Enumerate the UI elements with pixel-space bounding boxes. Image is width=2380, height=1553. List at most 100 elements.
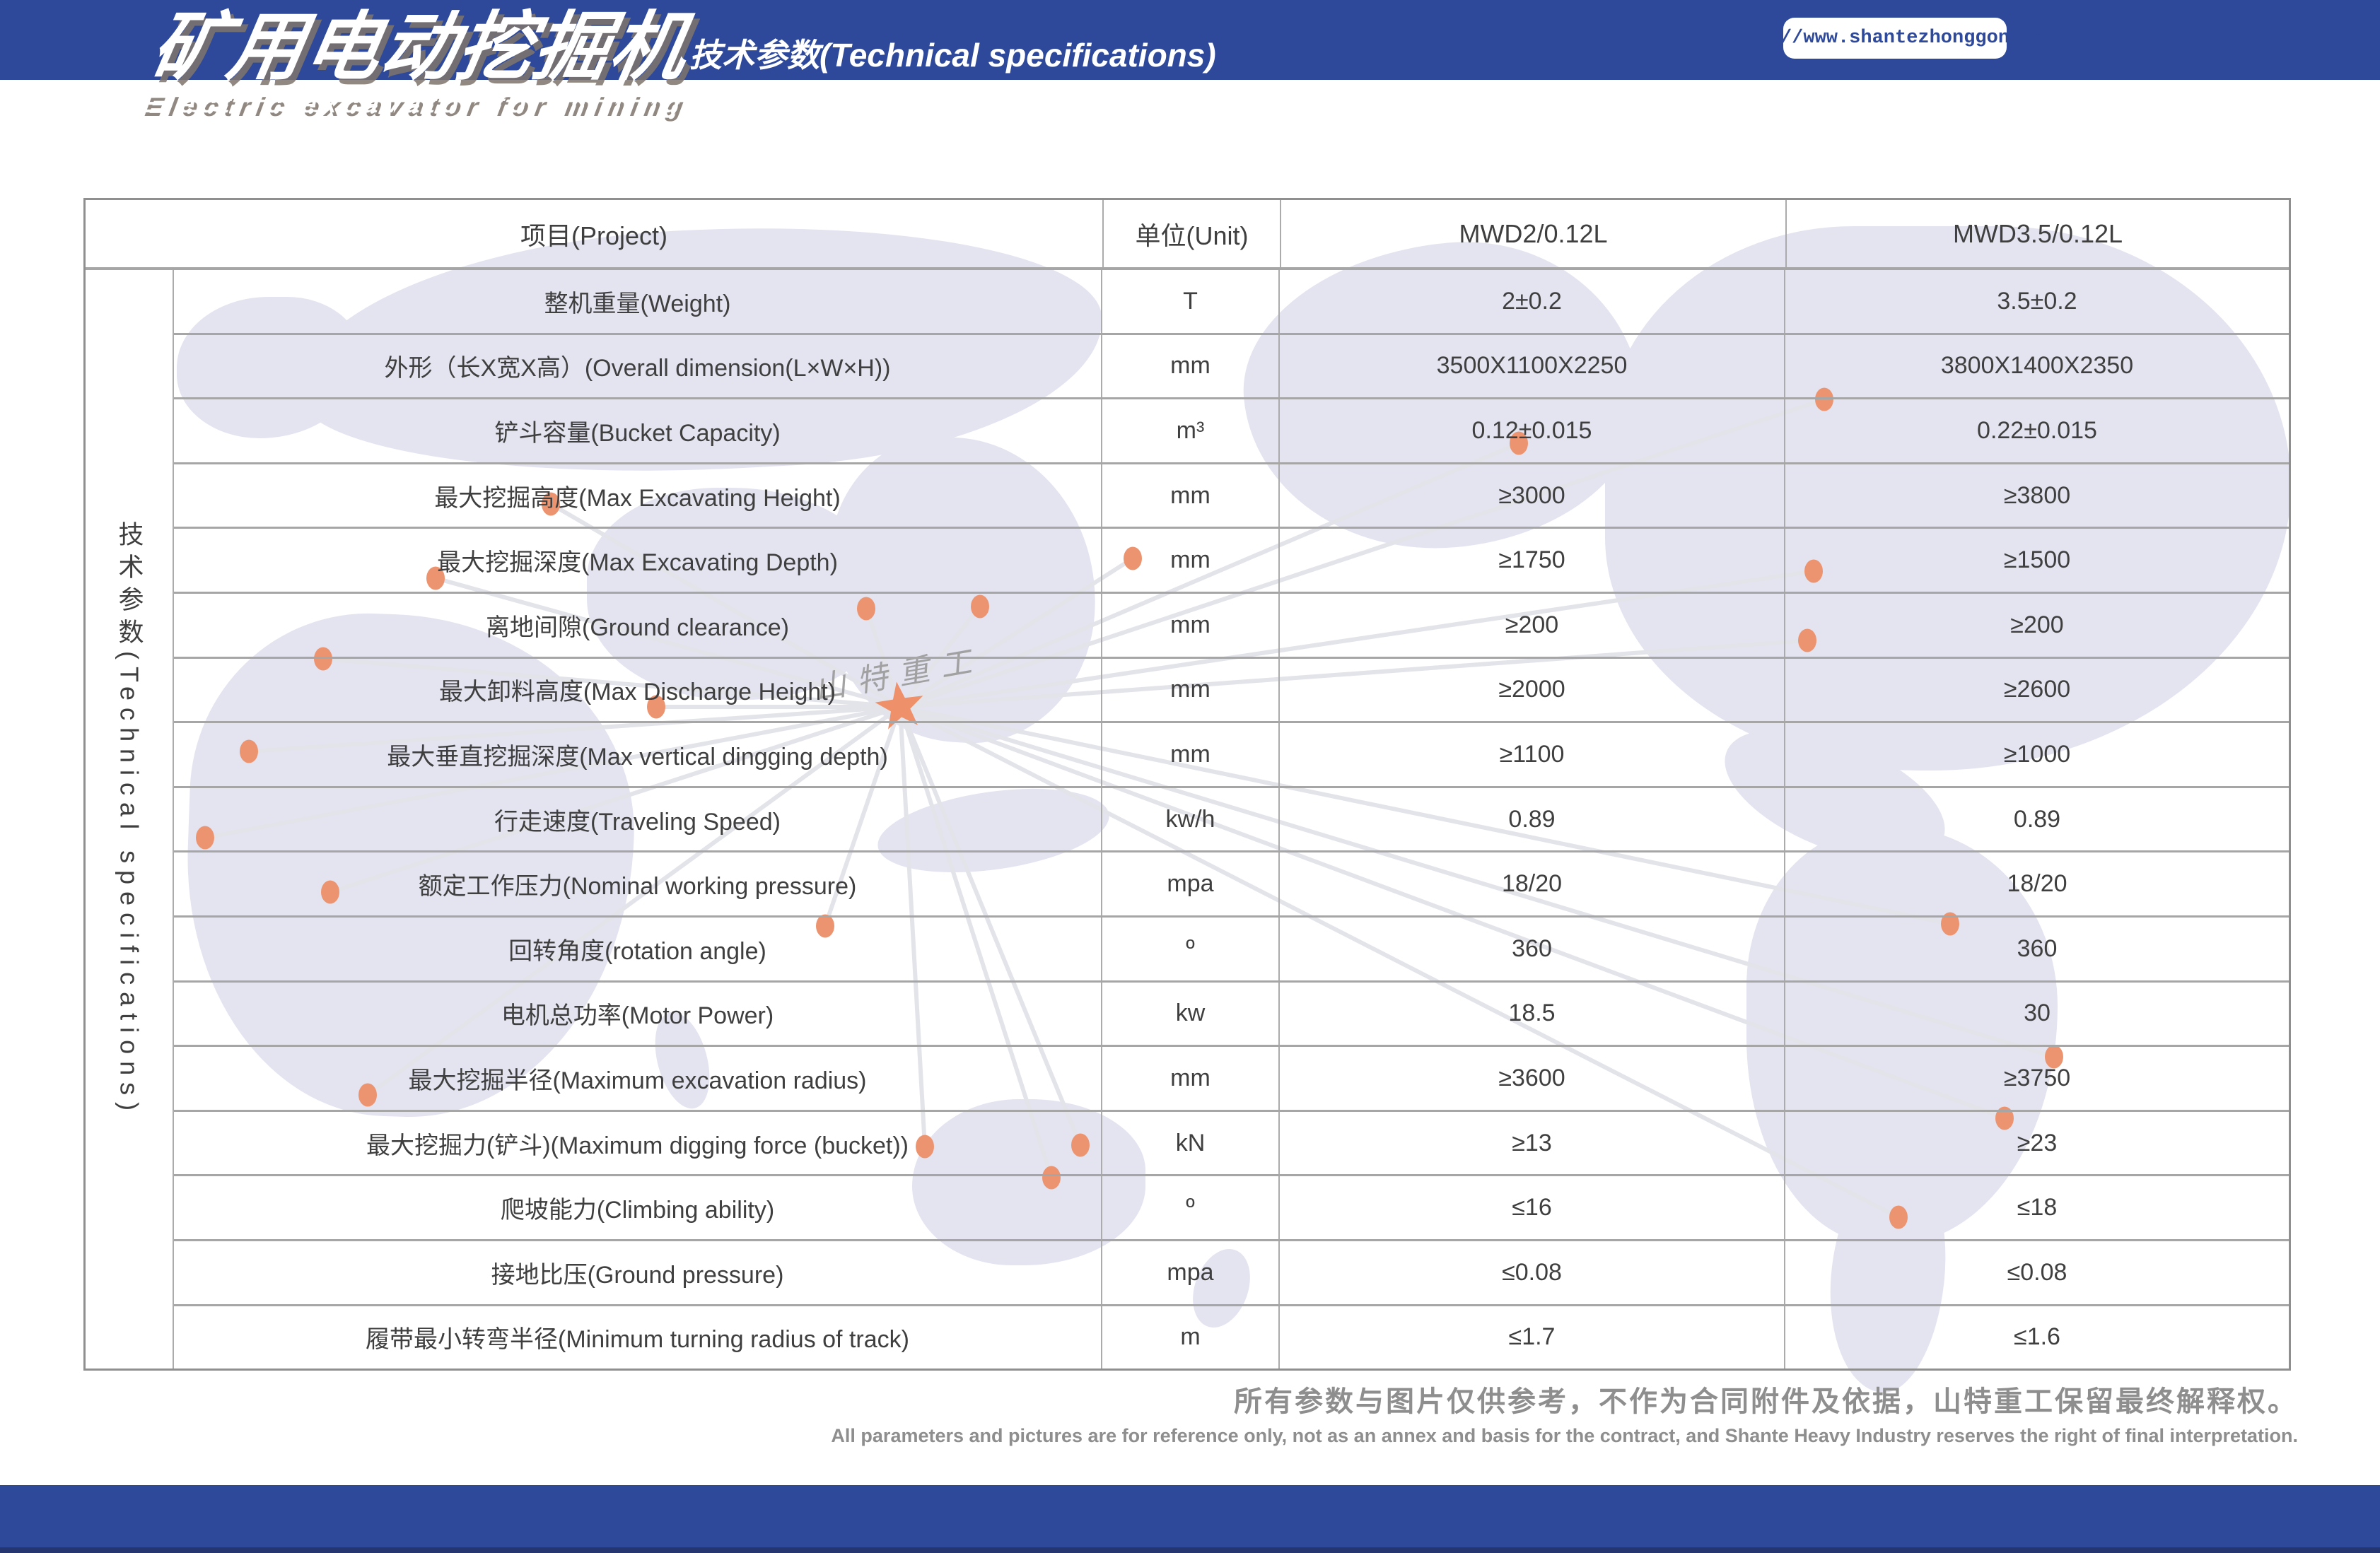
spec-name: 最大挖掘高度(Max Excavating Height)	[174, 464, 1102, 527]
spec-value-mwd2: ≤0.08	[1280, 1241, 1785, 1304]
spec-row: 整机重量(Weight) T 2±0.2 3.5±0.2	[174, 270, 2289, 335]
spec-unit: mm	[1102, 1047, 1280, 1110]
spec-value-mwd2: ≥13	[1280, 1111, 1785, 1175]
spec-value-mwd2: 2±0.2	[1280, 270, 1785, 333]
spec-unit: T	[1102, 270, 1280, 333]
header-project: 项目(Project)	[86, 200, 1104, 267]
spec-value-mwd3-5: 3.5±0.2	[1997, 287, 2077, 315]
spec-unit: mm	[1102, 723, 1280, 786]
spec-row: 最大挖掘深度(Max Excavating Depth) mm ≥1750 ≥1500	[174, 529, 2289, 594]
spec-name: 额定工作压力(Nominal working pressure)	[174, 852, 1102, 915]
spec-name: 铲斗容量(Bucket Capacity)	[174, 399, 1102, 462]
spec-name: 爬坡能力(Climbing ability)	[174, 1176, 1102, 1239]
spec-unit: mm	[1102, 464, 1280, 527]
spec-row: 铲斗容量(Bucket Capacity) m³ 0.12±0.015 0.22±0.…	[174, 399, 2289, 464]
spec-unit: mm	[1102, 658, 1280, 722]
spec-value-mwd2: 18.5	[1280, 982, 1785, 1045]
header-model-mwd2: MWD2/0.12L	[1281, 200, 1787, 267]
spec-name: 最大垂直挖掘深度(Max vertical dingging depth)	[174, 723, 1102, 786]
spec-value-mwd2: ≤1.7	[1280, 1306, 1785, 1369]
spec-name: 电机总功率(Motor Power)	[174, 982, 1102, 1045]
spec-value-mwd3-5: 30	[2024, 1000, 2051, 1027]
logo-title: 矿用电动挖掘机	[145, 6, 695, 89]
logo: 矿用电动挖掘机 Electric excavator for mining	[140, 6, 704, 119]
spec-value-mwd3-5: ≤0.08	[2007, 1258, 2067, 1286]
spec-unit: m	[1102, 1306, 1280, 1369]
spec-sheet-page: 山特重工 矿用电动挖掘机 Electric excavator for mini…	[0, 0, 2380, 1553]
disclaimer: 所有参数与图片仅供参考，不作为合同附件及依据，山特重工保留最终解释权。 All …	[831, 1378, 2298, 1447]
spec-row: 接地比压(Ground pressure) mpa ≤0.08 ≤0.08	[174, 1241, 2289, 1306]
spec-row: 最大挖掘高度(Max Excavating Height) mm ≥3000 ≥380…	[174, 464, 2289, 529]
header-unit: 单位(Unit)	[1104, 200, 1281, 267]
spec-value-mwd3-5: ≥3800	[2003, 481, 2071, 509]
bottom-bar-edge	[0, 1547, 2380, 1553]
spec-value-mwd2: ≥3000	[1280, 464, 1785, 527]
spec-value-mwd3-5: ≤1.6	[2014, 1323, 2060, 1351]
disclaimer-chinese: 所有参数与图片仅供参考，不作为合同附件及依据，山特重工保留最终解释权。	[1234, 1386, 2298, 1417]
spec-row: 履带最小转弯半径(Minimum turning radius of track…	[174, 1306, 2289, 1369]
spec-unit: mm	[1102, 529, 1280, 592]
spec-row: 行走速度(Traveling Speed) kw/h 0.89 0.89	[174, 787, 2289, 853]
spec-row: 额定工作压力(Nominal working pressure) mpa 18/20…	[174, 852, 2289, 918]
spec-value-mwd3-5: 0.22±0.015	[1977, 416, 2097, 444]
spec-value-mwd3-5: ≥3750	[2003, 1064, 2071, 1091]
spec-value-mwd2: 3500X1100X2250	[1280, 334, 1785, 398]
spec-value-mwd2: ≥1750	[1280, 529, 1785, 592]
spec-name: 离地间隙(Ground clearance)	[174, 593, 1102, 657]
spec-row: 最大垂直挖掘深度(Max vertical dingging depth) mm ≥…	[174, 723, 2289, 788]
table-header-row: 项目(Project) 单位(Unit) MWD2/0.12L MWD3.5/0…	[86, 200, 2289, 270]
spec-row: 离地间隙(Ground clearance) mm ≥200 ≥200	[174, 593, 2289, 659]
spec-value-mwd2: 360	[1280, 917, 1785, 980]
spec-unit: kN	[1102, 1111, 1280, 1175]
spec-value-mwd3-5: ≥23	[2017, 1129, 2058, 1156]
spec-name: 外形（长X宽X高）(Overall dimension(L×W×H))	[174, 334, 1102, 398]
spec-value-mwd3-5: 3800X1400X2350	[1940, 352, 2134, 380]
spec-value-mwd3-5: 0.89	[2013, 805, 2061, 833]
logo-subtitle: Electric excavator for mining	[140, 89, 689, 119]
spec-value-mwd3-5: ≤18	[2017, 1194, 2058, 1221]
spec-row: 回转角度(rotation angle) º 360 360	[174, 917, 2289, 983]
spec-row: 最大挖掘半径(Maximum excavation radius) mm ≥3600…	[174, 1047, 2289, 1112]
spec-value-mwd2: ≥200	[1280, 593, 1785, 657]
bottom-bar	[0, 1485, 2380, 1553]
spec-unit: mm	[1102, 334, 1280, 398]
spec-value-mwd2: 0.12±0.015	[1280, 399, 1785, 462]
spec-unit: m³	[1102, 399, 1280, 462]
spec-value-mwd2: ≤16	[1280, 1176, 1785, 1239]
spec-unit: mm	[1102, 593, 1280, 657]
spec-name: 回转角度(rotation angle)	[174, 917, 1102, 980]
spec-unit: º	[1102, 917, 1280, 980]
spec-unit: kw	[1102, 982, 1280, 1045]
spec-value-mwd3-5: ≥2600	[2003, 676, 2071, 703]
header-model-mwd3-5: MWD3.5/0.12L	[1952, 218, 2123, 248]
website-url-badge[interactable]: Http://www.shantezhonggong.com	[1723, 18, 2067, 59]
side-strip: 技术参数(Technical specifications)	[86, 270, 174, 1369]
spec-value-mwd3-5: ≥1000	[2003, 740, 2071, 768]
spec-unit: º	[1102, 1176, 1280, 1239]
spec-name: 最大挖掘力(铲斗)(Maximum digging force (bucket)…	[174, 1111, 1102, 1175]
spec-table: 项目(Project) 单位(Unit) MWD2/0.12L MWD3.5/0…	[83, 198, 2291, 1371]
spec-row: 最大挖掘力(铲斗)(Maximum digging force (bucket)…	[174, 1111, 2289, 1177]
spec-value-mwd2: 18/20	[1280, 852, 1785, 915]
spec-unit: mpa	[1102, 852, 1280, 915]
spec-value-mwd3-5: 360	[2017, 934, 2058, 962]
spec-unit: kw/h	[1102, 787, 1280, 851]
spec-row: 爬坡能力(Climbing ability) º ≤16 ≤18	[174, 1176, 2289, 1241]
spec-rows: 整机重量(Weight) T 2±0.2 3.5±0.2 外形（长X宽X高）(Overa…	[174, 270, 2289, 1369]
spec-row: 最大卸料高度(Max Discharge Height) mm ≥2000 ≥2600	[174, 658, 2289, 724]
spec-value-mwd2: ≥1100	[1280, 723, 1785, 786]
spec-value-mwd3-5: ≥200	[2010, 611, 2064, 638]
spec-name: 行走速度(Traveling Speed)	[174, 787, 1102, 851]
spec-row: 电机总功率(Motor Power) kw 18.5 30	[174, 982, 2289, 1048]
spec-unit: mpa	[1102, 1241, 1280, 1304]
spec-value-mwd2: ≥3600	[1280, 1047, 1785, 1110]
spec-name: 整机重量(Weight)	[174, 270, 1102, 333]
table-body: 技术参数(Technical specifications) 整机重量(Weig…	[86, 270, 2289, 1369]
spec-value-mwd2: 0.89	[1280, 787, 1785, 851]
page-title: 技术参数(Technical specifications)	[689, 37, 1216, 74]
spec-value-mwd3-5: 18/20	[2007, 870, 2067, 898]
spec-value-mwd3-5: ≥1500	[2003, 546, 2071, 574]
spec-name: 最大挖掘半径(Maximum excavation radius)	[174, 1047, 1102, 1110]
spec-name: 接地比压(Ground pressure)	[174, 1241, 1102, 1304]
disclaimer-english: All parameters and pictures are for refe…	[831, 1425, 2298, 1446]
